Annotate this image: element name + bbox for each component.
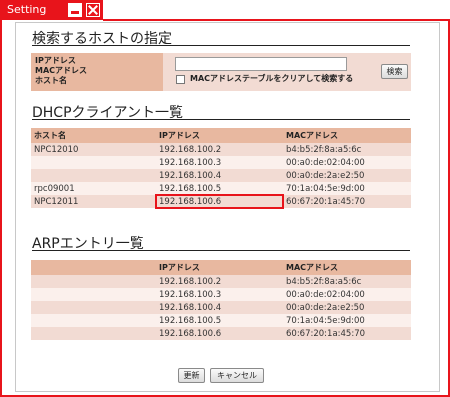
column-header-mac: MACアドレス [283,128,411,143]
ip-cell: 192.168.100.3 [156,288,283,301]
host-cell: NPC12010 [31,143,156,156]
highlighted-ip-cell: 192.168.100.6 [155,194,284,209]
column-header-blank [31,260,156,275]
title-bar[interactable]: Setting [2,0,450,21]
cancel-button[interactable]: キャンセル [210,368,264,383]
blank-cell [31,288,156,301]
mac-cell: b4:b5:2f:8a:a5:6c [283,143,411,156]
arp-table: IPアドレス MACアドレス 192.168.100.2 b4:b5:2f:8a… [31,260,411,340]
search-button[interactable]: 検索 [381,64,408,79]
refresh-button[interactable]: 更新 [178,368,205,383]
blank-cell [31,314,156,327]
host-cell [31,156,156,169]
title-bar-divider [103,19,450,21]
table-header-row: IPアドレス MACアドレス [31,260,411,275]
column-header-mac: MACアドレス [283,260,411,275]
dhcp-table: ホスト名 IPアドレス MACアドレス NPC12010 192.168.100… [31,128,411,209]
ip-cell: 192.168.100.5 [156,314,283,327]
search-input[interactable] [175,57,347,71]
ip-cell: 192.168.100.2 [156,143,283,156]
arp-heading-rule [32,250,410,251]
host-cell: rpc09001 [31,182,156,195]
label-ip-address: IPアドレス [35,56,76,65]
ip-cell: 192.168.100.4 [156,301,283,314]
search-heading-rule [32,45,410,46]
table-row: 192.168.100.3 00:a0:de:02:04:00 [31,156,411,169]
host-cell [31,169,156,182]
mac-cell: 70:1a:04:5e:9d:00 [283,182,411,195]
mac-cell: 00:a0:de:02:04:00 [283,288,411,301]
blank-cell [31,275,156,288]
ip-cell: 192.168.100.6 [156,327,283,340]
table-row: 192.168.100.2 b4:b5:2f:8a:a5:6c [31,275,411,288]
clear-mac-table-label: MACアドレステーブルをクリアして検索する [190,74,354,83]
table-row: 192.168.100.4 00:a0:de:2a:e2:50 [31,301,411,314]
ip-cell: 192.168.100.5 [156,182,283,195]
clear-mac-table-checkbox[interactable] [176,75,185,84]
table-row: 192.168.100.3 00:a0:de:02:04:00 [31,288,411,301]
dhcp-heading-rule [32,119,410,120]
table-row: NPC12010 192.168.100.2 b4:b5:2f:8a:a5:6c [31,143,411,156]
table-row: 192.168.100.4 00:a0:de:2a:e2:50 [31,169,411,182]
mac-cell: 70:1a:04:5e:9d:00 [283,314,411,327]
ip-cell: 192.168.100.2 [156,275,283,288]
table-row: rpc09001 192.168.100.5 70:1a:04:5e:9d:00 [31,182,411,195]
mac-cell: 60:67:20:1a:45:70 [283,327,411,340]
mac-cell: 00:a0:de:2a:e2:50 [283,169,411,182]
close-button[interactable] [86,3,100,17]
mac-cell: b4:b5:2f:8a:a5:6c [283,275,411,288]
host-cell: NPC12011 [31,195,156,208]
mac-cell: 00:a0:de:02:04:00 [283,156,411,169]
ip-cell: 192.168.100.4 [156,169,283,182]
table-row: 192.168.100.5 70:1a:04:5e:9d:00 [31,314,411,327]
table-row: NPC12011 192.168.100.6 60:67:20:1a:45:70 [31,194,411,209]
mac-cell: 00:a0:de:2a:e2:50 [283,301,411,314]
column-header-ip: IPアドレス [156,260,283,275]
table-row: 192.168.100.6 60:67:20:1a:45:70 [31,327,411,340]
column-header-ip: IPアドレス [156,128,283,143]
search-labels: IPアドレス MACアドレス ホスト名 [31,53,163,91]
table-header-row: ホスト名 IPアドレス MACアドレス [31,128,411,143]
label-mac-address: MACアドレス [35,66,88,75]
mac-cell: 60:67:20:1a:45:70 [283,195,411,208]
ip-cell: 192.168.100.3 [156,156,283,169]
blank-cell [31,301,156,314]
minimize-button[interactable] [68,3,82,17]
column-header-host: ホスト名 [31,128,156,143]
label-host-name: ホスト名 [35,76,67,85]
blank-cell [31,327,156,340]
settings-window: Setting 検索するホストの指定 IPアドレス MACアドレス ホスト名 M… [0,0,450,397]
